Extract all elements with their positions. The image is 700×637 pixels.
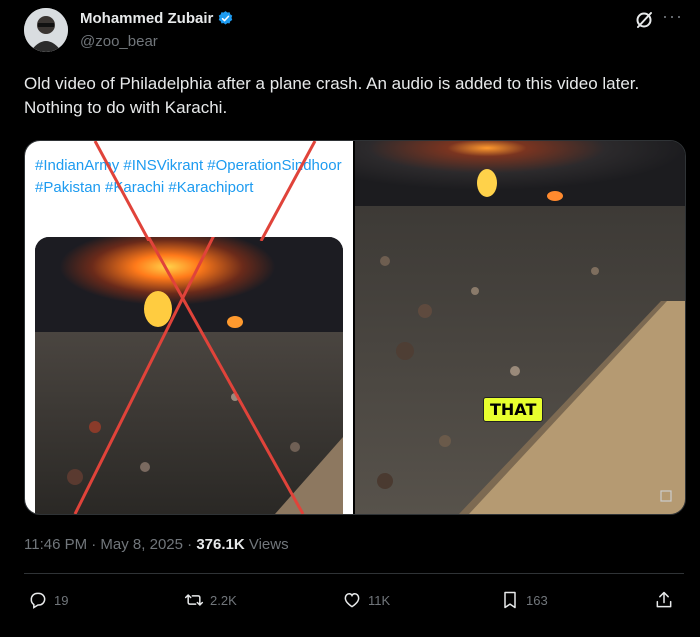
action-bar: 19 2.2K 11K 163 [24,590,684,620]
media-container[interactable]: #IndianArmy #INSVikrant #OperationSindho… [24,140,686,515]
author-name-row[interactable]: Mohammed Zubair [80,10,234,27]
verified-icon [219,11,233,25]
repost-button[interactable]: 2.2K [184,590,237,610]
like-icon [344,592,360,608]
reply-count: 19 [54,592,69,608]
media-right-video[interactable]: THAT [355,141,685,514]
more-icon[interactable]: ··· [662,6,683,27]
cross-mark [93,141,317,241]
like-button[interactable]: 11K [342,590,390,610]
author-name[interactable]: Mohammed Zubair [80,10,213,27]
author-handle[interactable]: @zoo_bear [80,33,158,50]
grok-icon[interactable] [634,10,654,30]
bookmark-count: 163 [526,592,548,608]
reply-button[interactable]: 19 [28,590,68,610]
tweet-timestamp[interactable]: 11:46 PM · May 8, 2025 · [24,536,196,553]
avatar[interactable] [24,8,68,52]
repost-count: 2.2K [210,592,237,608]
avatar-image [24,8,68,52]
share-icon [656,591,672,608]
video-frame [355,141,685,514]
views-count: 376.1K [196,536,245,553]
repost-icon [184,594,204,606]
views-label: Views [244,536,289,553]
left-thumbnail [35,237,343,514]
video-caption: THAT [483,397,544,422]
bookmark-icon [504,591,516,609]
media-left-image[interactable]: #IndianArmy #INSVikrant #OperationSindho… [25,141,353,514]
bookmark-button[interactable]: 163 [500,590,548,610]
divider-line [24,573,684,574]
share-button[interactable] [654,590,674,610]
reply-icon [30,592,46,609]
tweet-meta: 11:46 PM · May 8, 2025 · 376.1K Views [24,536,289,553]
like-count: 11K [368,592,391,608]
tweet-text: Old video of Philadelphia after a plane … [24,74,640,117]
